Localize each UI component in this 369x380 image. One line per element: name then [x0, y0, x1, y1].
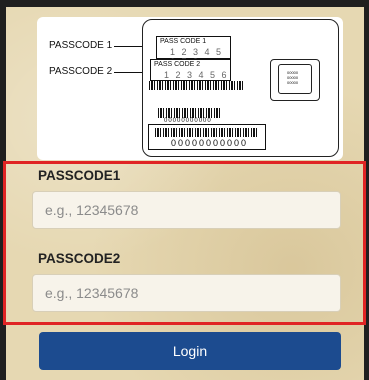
passcode-1-box-title: PASS CODE 1: [160, 38, 207, 45]
bottom-number-box: 00000000000: [148, 124, 266, 150]
barcode-strip: [149, 81, 244, 90]
sim-chip-text: 00000 00000 00000: [287, 70, 299, 85]
bottom-number: 00000000000: [171, 138, 249, 148]
annotation-passcode-2: PASSCODE 2: [49, 66, 113, 77]
sim-chip: 00000 00000 00000: [270, 59, 320, 101]
passcode-1-box: PASS CODE 1 1 2 3 4 5 6 7 8: [156, 36, 231, 67]
passcode-2-box: PASS CODE 2 1 2 3 4 5 6 7 8: [150, 59, 231, 90]
annotation-passcode-1: PASSCODE 1: [49, 40, 113, 51]
sim-chip-contact: 00000 00000 00000: [278, 64, 312, 94]
login-screen: PASSCODE 1 PASSCODE 2 PASS CODE 1 1 2 3 …: [0, 0, 369, 380]
login-button[interactable]: Login: [39, 332, 341, 370]
passcode1-label: PASSCODE1: [38, 168, 121, 183]
small-barcode: [158, 108, 220, 118]
passcode1-input[interactable]: [32, 191, 341, 229]
top-border: [0, 0, 369, 7]
passcode-2-box-title: PASS CODE 2: [154, 61, 201, 68]
bottom-barcode: [155, 128, 259, 137]
passcode2-input[interactable]: [32, 274, 341, 312]
passcode2-label: PASSCODE2: [38, 251, 121, 266]
